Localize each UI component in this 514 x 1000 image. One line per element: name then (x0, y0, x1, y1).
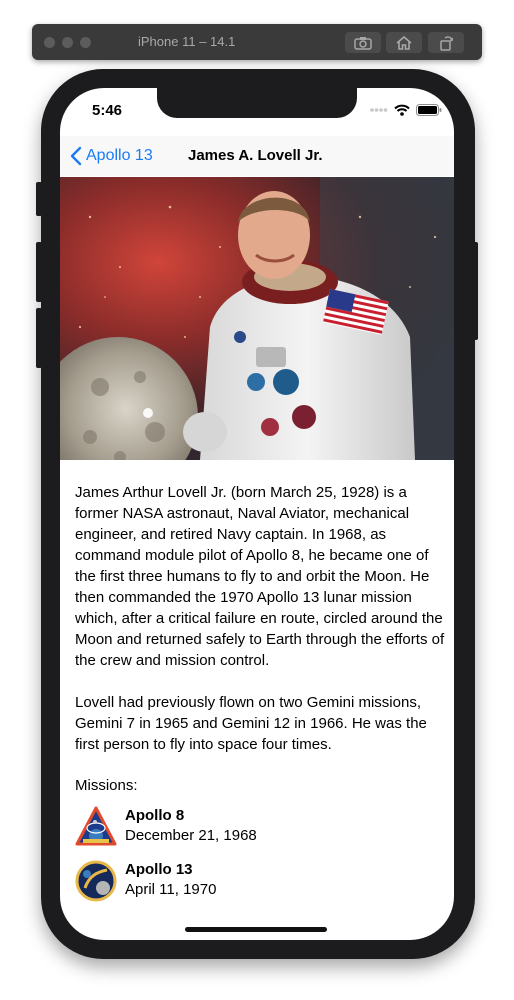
astronaut-portrait-image (60, 177, 454, 460)
mission-date: December 21, 1968 (125, 827, 257, 844)
notch (157, 88, 357, 118)
simulator-title: iPhone 11 – 14.1 (138, 34, 236, 49)
battery-icon (416, 104, 442, 116)
mission-item-apollo-13[interactable]: Apollo 13 April 11, 1970 (75, 860, 445, 902)
simulator-toolbar: iPhone 11 – 14.1 (32, 24, 482, 60)
chevron-left-icon (70, 146, 82, 166)
navigation-bar: Apollo 13 James A. Lovell Jr. (60, 136, 454, 176)
wifi-icon (394, 104, 410, 116)
window-zoom-dot[interactable] (80, 37, 91, 48)
side-power-button[interactable] (472, 242, 478, 340)
status-time: 5:46 (92, 102, 123, 119)
window-minimize-dot[interactable] (62, 37, 73, 48)
screenshot-icon (354, 36, 372, 50)
volume-down-button[interactable] (36, 308, 42, 368)
rotate-icon (440, 35, 454, 51)
home-button[interactable] (386, 32, 422, 53)
home-indicator[interactable] (185, 927, 327, 932)
mission-item-apollo-8[interactable]: Apollo 8 December 21, 1968 (75, 806, 445, 848)
mute-switch[interactable] (36, 182, 42, 216)
volume-up-button[interactable] (36, 242, 42, 302)
page-title: James A. Lovell Jr. (188, 147, 323, 164)
signal-dots-icon (370, 108, 388, 112)
mission-name: Apollo 13 (125, 861, 193, 878)
apollo-13-patch-icon (75, 860, 117, 902)
window-close-dot[interactable] (44, 37, 55, 48)
back-button[interactable]: Apollo 13 (70, 136, 153, 176)
content-area: James Arthur Lovell Jr. (born March 25, … (75, 482, 445, 902)
apollo-8-patch-icon (75, 806, 117, 846)
missions-heading: Missions: (75, 777, 138, 794)
rotate-button[interactable] (428, 32, 464, 53)
bio-paragraph-2: Lovell had previously flown on two Gemin… (75, 694, 427, 753)
back-button-label: Apollo 13 (86, 147, 153, 164)
mission-name: Apollo 8 (125, 807, 185, 824)
device-screen: 5:46 Apollo 13 James A. Lovell Jr. James… (60, 88, 454, 940)
bio-paragraph-1: James Arthur Lovell Jr. (born March 25, … (75, 484, 445, 669)
mission-date: April 11, 1970 (125, 881, 217, 898)
home-icon (396, 35, 412, 50)
screenshot-button[interactable] (345, 32, 381, 53)
status-icons (370, 104, 442, 116)
